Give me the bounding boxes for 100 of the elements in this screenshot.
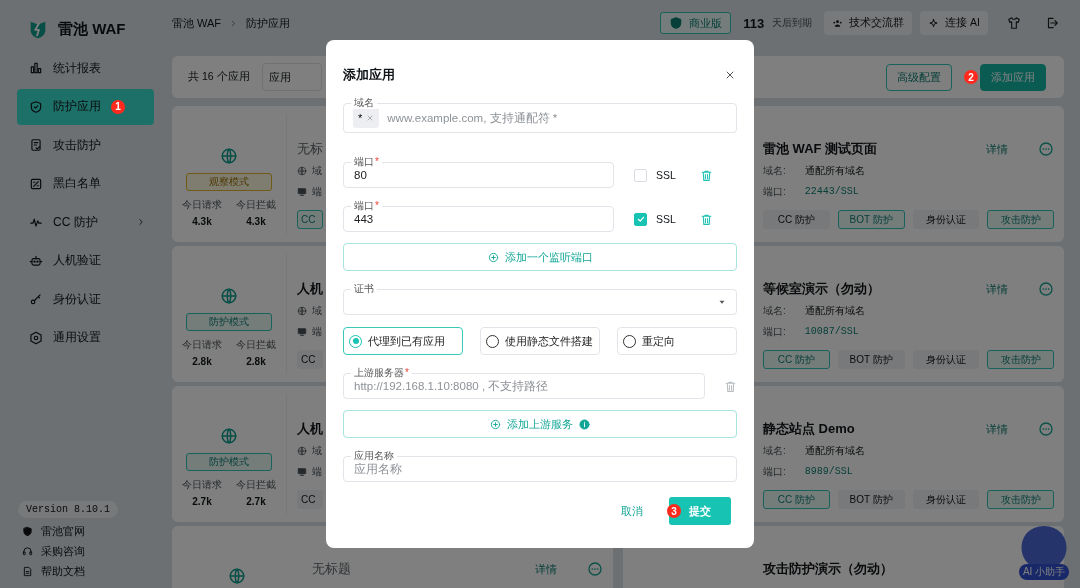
- protection-toggle[interactable]: CC 防护: [763, 490, 830, 509]
- ssl-label: SSL: [656, 169, 676, 181]
- protection-toggle[interactable]: 攻击防护: [987, 490, 1054, 509]
- stat-value: 4.3k: [192, 216, 212, 227]
- info-icon: [579, 418, 590, 430]
- shield-icon: [29, 99, 43, 114]
- field-value: 8989/SSL: [804, 466, 853, 477]
- sidebar-item[interactable]: 通用设置: [17, 319, 154, 356]
- edition-button[interactable]: 商业版: [660, 12, 732, 34]
- globe-icon: [220, 147, 238, 165]
- delete-button[interactable]: [699, 168, 713, 182]
- protection-toggle[interactable]: BOT 防护: [837, 350, 905, 369]
- domain-tag[interactable]: *: [353, 108, 380, 128]
- protection-toggle[interactable]: CC: [297, 210, 323, 229]
- sidebar-link[interactable]: 雷池官网: [22, 523, 170, 540]
- breadcrumb-item[interactable]: 雷池 WAF: [172, 15, 222, 31]
- stat-label: 今日请求: [182, 338, 222, 352]
- details-link[interactable]: 详情: [986, 421, 1008, 437]
- trash-icon: [699, 212, 713, 226]
- globe-icon: [297, 445, 307, 456]
- sidebar-link[interactable]: 帮助文档: [22, 563, 170, 580]
- add-upstream-button[interactable]: 添加上游服务: [343, 410, 737, 438]
- version-label: Version 8.10.1: [18, 501, 118, 518]
- app-title: 静态站点 Demo: [763, 420, 855, 438]
- sidebar-item[interactable]: CC 防护: [17, 204, 154, 241]
- protection-toggle[interactable]: 身份认证: [912, 210, 980, 229]
- sidebar-item[interactable]: 统计报表: [17, 50, 154, 87]
- filter-select[interactable]: 应用: [261, 63, 322, 91]
- days-count: 113: [743, 15, 765, 31]
- field-label: 域名:: [763, 303, 786, 318]
- field-label: 域: [312, 303, 322, 318]
- field-label: 域: [312, 163, 322, 178]
- field-label: 证书: [351, 283, 377, 295]
- mode-tag: 防护模式: [186, 453, 272, 471]
- sidebar-item[interactable]: 攻击防护: [17, 127, 154, 164]
- sidebar-item[interactable]: 身份认证: [17, 281, 154, 318]
- sidebar-item[interactable]: 人机验证: [17, 242, 154, 279]
- field-label: 域: [312, 443, 322, 458]
- mode-tag: 观察模式: [186, 173, 272, 191]
- stat-label: 今日请求: [182, 478, 222, 492]
- ssl-checkbox[interactable]: [634, 212, 647, 226]
- robot-icon: [29, 253, 43, 268]
- app-title: 雷池 WAF 测试页面: [763, 140, 878, 158]
- delete-button[interactable]: [724, 379, 737, 393]
- monitor-icon: [297, 186, 307, 197]
- check-icon: [635, 214, 646, 224]
- field-label: 端口*: [351, 200, 382, 212]
- protection-toggle[interactable]: 攻击防护: [987, 210, 1054, 229]
- header-button[interactable]: 技术交流群: [824, 11, 913, 35]
- sidebar-link[interactable]: 采购咨询: [22, 543, 170, 560]
- field-label: 端口:: [763, 184, 786, 199]
- toolbar-button[interactable]: 添加应用: [980, 63, 1046, 91]
- details-link[interactable]: 详情: [535, 561, 557, 577]
- dialog-title: 添加应用: [343, 66, 396, 84]
- trash-icon: [724, 379, 737, 393]
- delete-button[interactable]: [699, 212, 713, 226]
- mode-option[interactable]: 使用静态文件搭建: [480, 327, 600, 355]
- sidebar-item[interactable]: 防护应用 1: [17, 88, 154, 125]
- certificate-select[interactable]: 证书: [343, 283, 737, 315]
- protection-toggle[interactable]: 身份认证: [912, 490, 980, 509]
- settings-icon: [29, 330, 43, 345]
- ssl-checkbox[interactable]: [634, 168, 647, 182]
- app-title: 等候室演示（勿动）: [763, 280, 880, 298]
- headset-icon: [22, 546, 33, 557]
- protection-toggle[interactable]: CC 防护: [763, 350, 830, 369]
- ssl-label: SSL: [656, 213, 676, 225]
- header-button[interactable]: 连接 AI: [920, 11, 988, 35]
- globe-icon: [228, 567, 246, 585]
- protection-toggle[interactable]: CC: [297, 490, 323, 509]
- app-title: 人机: [297, 420, 323, 438]
- toolbar-button[interactable]: 高级配置: [886, 63, 952, 91]
- details-link[interactable]: 详情: [986, 141, 1008, 157]
- field-label: 端: [312, 464, 322, 479]
- more-icon: [1038, 141, 1054, 157]
- trash-icon: [699, 168, 713, 182]
- stat-value: 2.8k: [192, 356, 212, 367]
- protection-toggle[interactable]: BOT 防护: [837, 490, 905, 509]
- mode-option[interactable]: 重定向: [617, 327, 737, 355]
- field-label: 上游服务器*: [351, 367, 412, 379]
- field-label: 域名:: [763, 163, 786, 178]
- protection-toggle[interactable]: 身份认证: [912, 350, 980, 369]
- sidebar-item[interactable]: 黑白名单: [17, 165, 154, 202]
- breadcrumb-item: 防护应用: [246, 15, 291, 31]
- list-icon: [29, 176, 43, 191]
- cancel-button[interactable]: 取消: [621, 503, 643, 519]
- mode-option[interactable]: 代理到已有应用: [343, 327, 463, 355]
- protection-toggle[interactable]: BOT 防护: [837, 210, 905, 229]
- protection-toggle[interactable]: 攻击防护: [987, 350, 1054, 369]
- stat-label: 今日拦截: [236, 198, 276, 212]
- logout-icon: [1045, 16, 1059, 30]
- protection-toggle[interactable]: CC 防护: [763, 210, 830, 229]
- protection-toggle[interactable]: CC: [297, 350, 323, 369]
- stat-value: 2.7k: [246, 496, 266, 507]
- domain-field[interactable]: 域名 * www.example.com, 支持通配符 *: [343, 97, 737, 133]
- close-icon: [724, 69, 736, 81]
- details-link[interactable]: 详情: [986, 281, 1008, 297]
- mode-tag: 防护模式: [186, 313, 272, 331]
- more-icon: [1038, 281, 1054, 297]
- stat-value: 2.8k: [246, 356, 266, 367]
- add-port-button[interactable]: 添加一个监听端口: [343, 243, 737, 271]
